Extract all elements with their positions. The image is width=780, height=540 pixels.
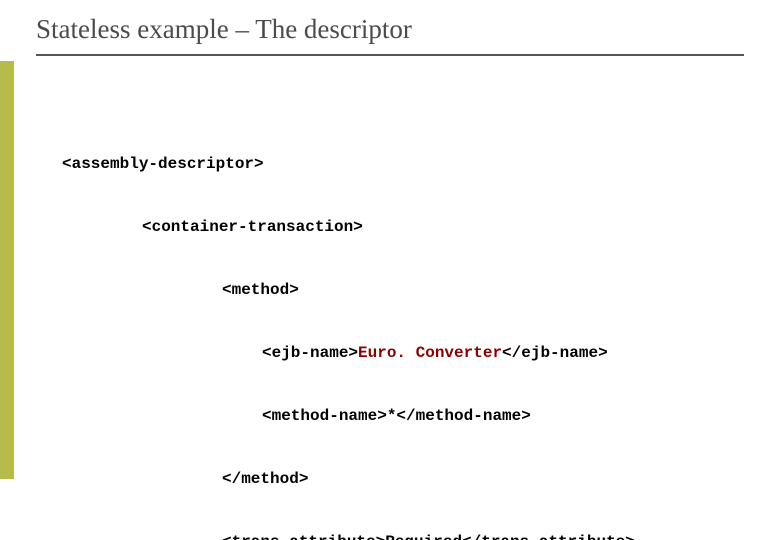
code-line: <assembly-descriptor> [62, 154, 635, 175]
code-text: <ejb-name> [262, 344, 358, 362]
code-text: </ejb-name> [502, 344, 608, 362]
code-line: <method-name>*</method-name> [62, 406, 635, 427]
slide: Stateless example – The descriptor <asse… [0, 0, 780, 540]
title-underline [36, 54, 744, 56]
ejb-name-value: Euro. Converter [358, 344, 502, 362]
code-line: </method> [62, 469, 635, 490]
code-line: <container-transaction> [62, 217, 635, 238]
code-line: <method> [62, 280, 635, 301]
code-line: <ejb-name>Euro. Converter</ejb-name> [62, 343, 635, 364]
code-block: <assembly-descriptor> <container-transac… [62, 112, 635, 540]
accent-bar [0, 61, 14, 479]
code-line: <trans-attribute>Required</trans-attribu… [62, 532, 635, 540]
slide-title: Stateless example – The descriptor [36, 14, 412, 45]
